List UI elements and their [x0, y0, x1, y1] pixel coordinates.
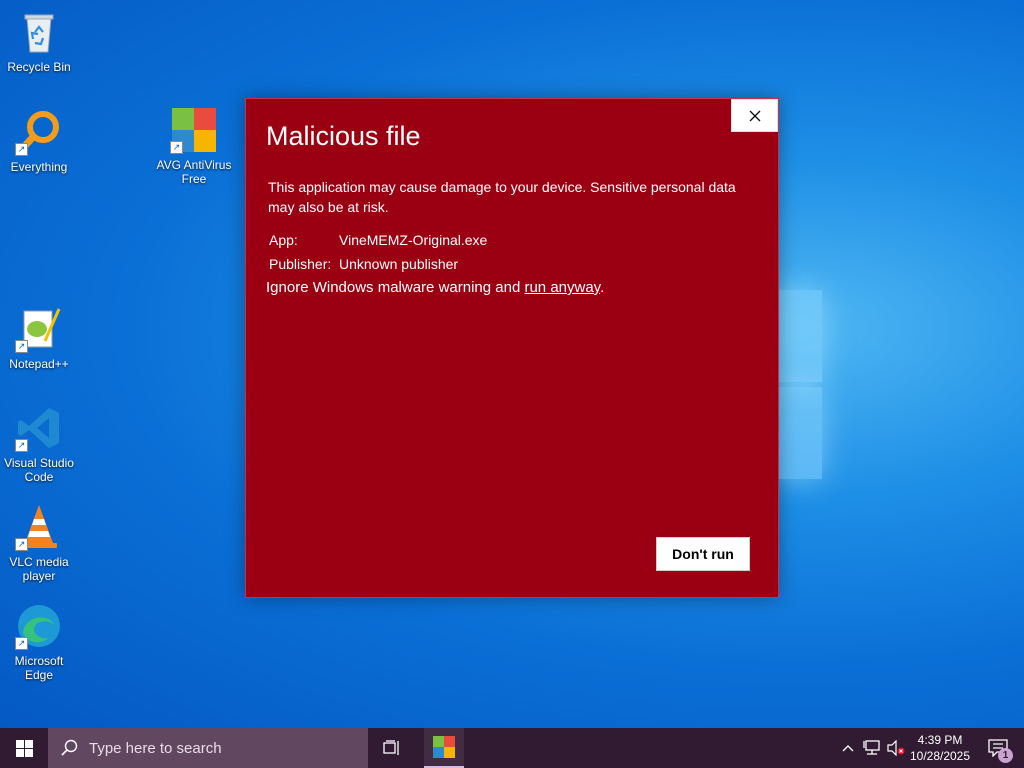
desktop-icon-label: Notepad++ [9, 357, 69, 371]
volume-muted-icon [887, 740, 905, 756]
shortcut-arrow-icon: ↗ [15, 143, 28, 156]
vscode-icon: ↗ [15, 404, 63, 452]
taskbar-clock[interactable]: 4:39 PM 10/28/2025 [906, 732, 974, 764]
shortcut-arrow-icon: ↗ [15, 538, 28, 551]
recycle-bin-icon [15, 8, 63, 56]
dialog-title: Malicious file [266, 121, 421, 151]
desktop-icon-label: Visual Studio Code [4, 456, 74, 484]
network-button[interactable] [860, 728, 884, 768]
app-label: App: [269, 232, 298, 248]
clock-date: 10/28/2025 [909, 749, 971, 763]
desktop-icon-label: VLC media player [9, 555, 69, 583]
desktop-icon-edge[interactable]: ↗ Microsoft Edge [1, 602, 77, 682]
app-row: App: VineMEMZ-Original.exe [269, 232, 487, 248]
vlc-icon: ↗ [15, 503, 63, 551]
chevron-up-icon [842, 745, 854, 752]
shortcut-arrow-icon: ↗ [170, 141, 183, 154]
desktop-icon-label: Microsoft Edge [14, 654, 64, 682]
close-button[interactable] [731, 99, 778, 132]
task-view-button[interactable] [372, 728, 412, 768]
edge-icon: ↗ [15, 602, 63, 650]
avg-antivirus-icon: ↗ [170, 106, 218, 154]
avg-antivirus-icon [433, 736, 455, 758]
taskbar-app-avg[interactable] [424, 728, 464, 768]
desktop-icon-vlc[interactable]: ↗ VLC media player [1, 503, 77, 583]
run-anyway-link[interactable]: run anyway [524, 279, 600, 296]
windows-start-icon [15, 739, 33, 757]
taskbar: Type here to search 4:39 PM 10/28/2025 1 [0, 728, 1024, 768]
desktop-icon-notepad-plus-plus[interactable]: ↗ Notepad++ [1, 305, 77, 371]
run-anyway-line: Ignore Windows malware warning and run a… [266, 279, 604, 296]
desktop-icon-everything[interactable]: ↗ Everything [1, 108, 77, 174]
notification-count-badge: 1 [998, 748, 1013, 763]
dialog-description: This application may cause damage to you… [268, 179, 736, 215]
search-placeholder: Type here to search [89, 739, 222, 757]
volume-button[interactable] [884, 728, 908, 768]
network-icon [863, 740, 880, 755]
shortcut-arrow-icon: ↗ [15, 340, 28, 353]
desktop-icon-label: Recycle Bin [7, 60, 71, 74]
dont-run-button[interactable]: Don't run [656, 537, 750, 571]
warning-suffix: . [600, 279, 605, 296]
desktop-icon-recycle-bin[interactable]: Recycle Bin [1, 8, 77, 74]
publisher-label: Publisher: [269, 256, 332, 272]
desktop-icon-label: AVG AntiVirus Free [156, 158, 232, 186]
taskbar-search-box[interactable]: Type here to search [48, 728, 368, 768]
desktop-icon-label: Everything [10, 160, 68, 174]
search-icon [61, 739, 78, 756]
publisher-row: Publisher: Unknown publisher [269, 256, 458, 272]
desktop-icon-avg-antivirus[interactable]: ↗ AVG AntiVirus Free [156, 106, 232, 186]
everything-search-icon: ↗ [15, 108, 63, 156]
tray-overflow-button[interactable] [836, 728, 860, 768]
clock-time: 4:39 PM [917, 733, 963, 747]
desktop-icon-vscode[interactable]: ↗ Visual Studio Code [1, 404, 77, 484]
desktop: Recycle Bin ↗ Everything ↗ AVG AntiVirus… [0, 0, 1024, 728]
notepad-plus-plus-icon: ↗ [15, 305, 63, 353]
close-icon [749, 110, 760, 121]
publisher-value: Unknown publisher [339, 256, 459, 272]
shortcut-arrow-icon: ↗ [15, 637, 28, 650]
notification-center-button[interactable]: 1 [978, 728, 1018, 768]
app-value: VineMEMZ-Original.exe [339, 232, 488, 248]
windows-logo-wallpaper [776, 290, 826, 482]
shortcut-arrow-icon: ↗ [15, 439, 28, 452]
start-button[interactable] [0, 728, 48, 768]
system-tray [836, 728, 908, 768]
task-view-icon [383, 740, 399, 755]
malicious-file-dialog: Malicious file This application may caus… [245, 98, 779, 598]
warning-text: Ignore Windows malware warning and [266, 279, 525, 296]
